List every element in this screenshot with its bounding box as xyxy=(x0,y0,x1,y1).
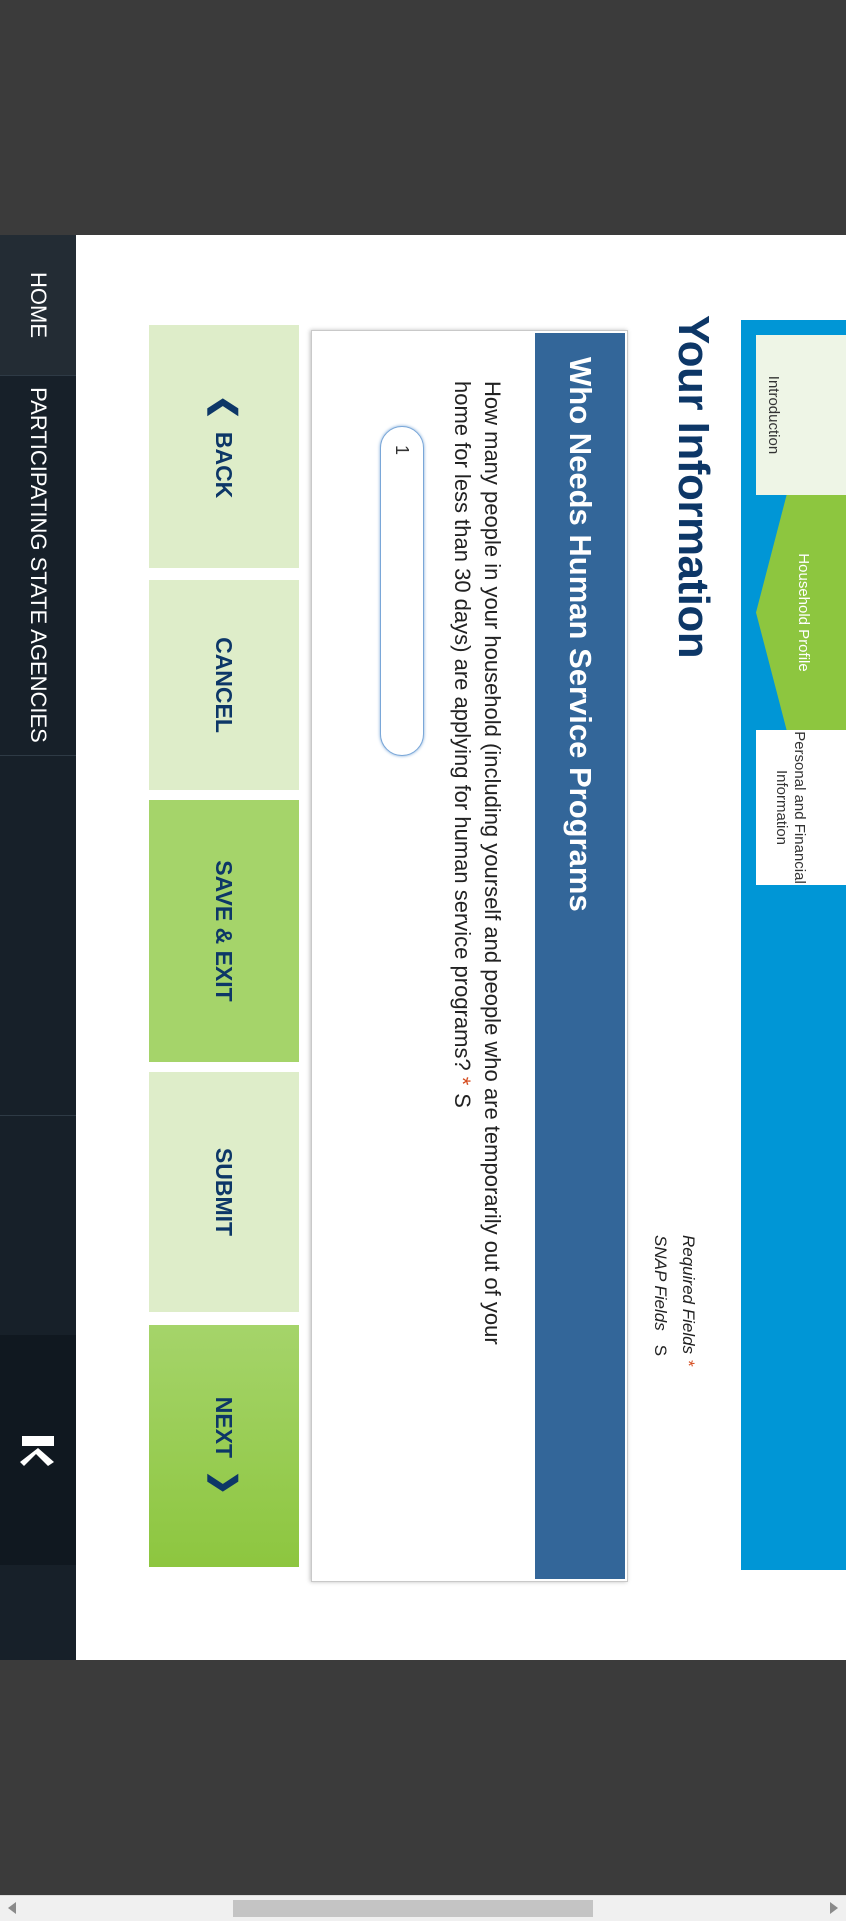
nav-item xyxy=(0,1115,76,1336)
scroll-right-icon[interactable] xyxy=(830,1902,838,1914)
nav-item xyxy=(0,755,76,1116)
submit-label: SUBMIT xyxy=(211,1147,238,1237)
scrollbar-thumb[interactable] xyxy=(233,1900,593,1917)
save-exit-label: SAVE & EXIT xyxy=(211,860,238,1002)
household-question-text: How many people in your household (inclu… xyxy=(450,381,505,1345)
required-star: * xyxy=(679,1360,698,1367)
household-question: How many people in your household (inclu… xyxy=(447,381,507,1401)
progress-step-label: Personal and Financial Information xyxy=(773,731,808,884)
question-card: Who Needs Human Service Programs How man… xyxy=(311,330,628,1582)
progress-step-personal-financial[interactable]: Personal and Financial Information xyxy=(756,730,846,885)
progress-step-introduction[interactable]: Introduction xyxy=(756,335,846,495)
section-title: Who Needs Human Service Programs xyxy=(535,333,625,1579)
cancel-button[interactable]: CANCEL xyxy=(149,580,299,790)
required-star: * xyxy=(450,1076,475,1086)
bottom-dark-area xyxy=(0,1660,846,1895)
application-page: Introduction Household Profile Personal … xyxy=(0,235,846,1660)
cancel-label: CANCEL xyxy=(211,637,238,733)
household-count-input[interactable] xyxy=(380,426,424,756)
page-title: Your Information xyxy=(669,315,718,659)
progress-step-label: Household Profile xyxy=(795,553,812,672)
required-fields-legend: Required Fields * xyxy=(678,1235,698,1367)
nav-participating-agencies-link[interactable]: PARTICIPATING STATE AGENCIES xyxy=(0,375,76,756)
back-button[interactable]: ❮ BACK xyxy=(149,325,299,568)
snap-mark: S xyxy=(450,1093,475,1108)
snap-mark: S xyxy=(651,1344,670,1357)
progress-step-household-profile[interactable]: Household Profile xyxy=(756,495,846,730)
top-dark-area xyxy=(0,0,846,235)
next-label: NEXT xyxy=(211,1396,238,1459)
required-fields-label: Required Fields xyxy=(679,1235,698,1355)
progress-step-arrow xyxy=(756,885,846,925)
scroll-left-icon[interactable] xyxy=(8,1902,16,1914)
submit-button[interactable]: SUBMIT xyxy=(149,1072,299,1312)
logo-mark-icon xyxy=(20,1436,54,1466)
back-label: BACK xyxy=(211,431,238,499)
snap-fields-label: SNAP Fields xyxy=(651,1235,670,1331)
progress-bar: Introduction Household Profile Personal … xyxy=(741,320,846,1570)
nav-home-link[interactable]: HOME xyxy=(0,235,76,376)
logo-mark-icon xyxy=(0,1335,76,1565)
snap-fields-legend: SNAP Fields S xyxy=(650,1235,670,1356)
save-exit-button[interactable]: SAVE & EXIT xyxy=(149,800,299,1062)
horizontal-scrollbar[interactable] xyxy=(0,1895,846,1921)
progress-step-label: Introduction xyxy=(765,375,782,455)
footer-nav: HOME PARTICIPATING STATE AGENCIES xyxy=(0,235,76,1660)
chevron-left-icon: ❮ xyxy=(208,394,241,420)
next-button[interactable]: NEXT ❯ xyxy=(149,1325,299,1567)
chevron-right-icon: ❯ xyxy=(208,1470,241,1496)
